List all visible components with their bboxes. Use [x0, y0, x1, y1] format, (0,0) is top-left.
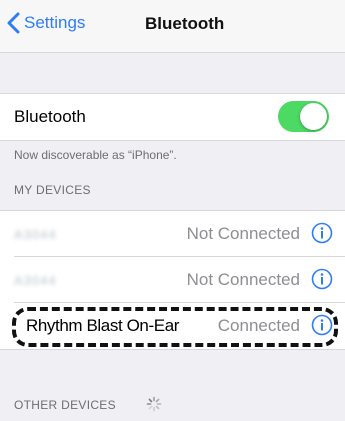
bluetooth-label: Bluetooth — [14, 107, 86, 126]
toggle-knob — [300, 103, 327, 130]
navigation-bar: Settings Bluetooth — [0, 0, 345, 53]
device-name: Rhythm Blast On-Ear — [26, 316, 180, 335]
info-icon[interactable] — [311, 222, 333, 244]
device-row-selected[interactable]: Rhythm Blast On-Ear Connected — [0, 303, 345, 349]
activity-spinner-icon — [146, 396, 162, 412]
my-devices-header: MY DEVICES — [14, 183, 91, 197]
device-status: Connected — [217, 316, 300, 335]
other-devices-header: OTHER DEVICES — [14, 398, 116, 412]
bluetooth-row: Bluetooth — [0, 94, 345, 140]
page-title: Bluetooth — [145, 14, 225, 33]
back-label: Settings — [24, 13, 86, 32]
chevron-left-icon — [7, 12, 20, 34]
discoverable-note: Now discoverable as “iPhone”. — [14, 148, 177, 162]
bluetooth-group: Bluetooth — [0, 93, 345, 141]
info-icon[interactable] — [311, 268, 333, 290]
my-devices-group: A3044 Not Connected A3044 Not Connected … — [0, 210, 345, 350]
back-button[interactable]: Settings — [7, 12, 85, 34]
device-name: A3044 — [14, 227, 57, 242]
device-status: Not Connected — [186, 270, 300, 289]
device-row[interactable]: A3044 Not Connected — [0, 211, 345, 257]
device-name: A3044 — [14, 273, 57, 288]
info-icon[interactable] — [311, 314, 333, 336]
device-status: Not Connected — [186, 224, 300, 243]
device-row[interactable]: A3044 Not Connected — [0, 257, 345, 303]
bluetooth-toggle[interactable] — [278, 101, 329, 132]
